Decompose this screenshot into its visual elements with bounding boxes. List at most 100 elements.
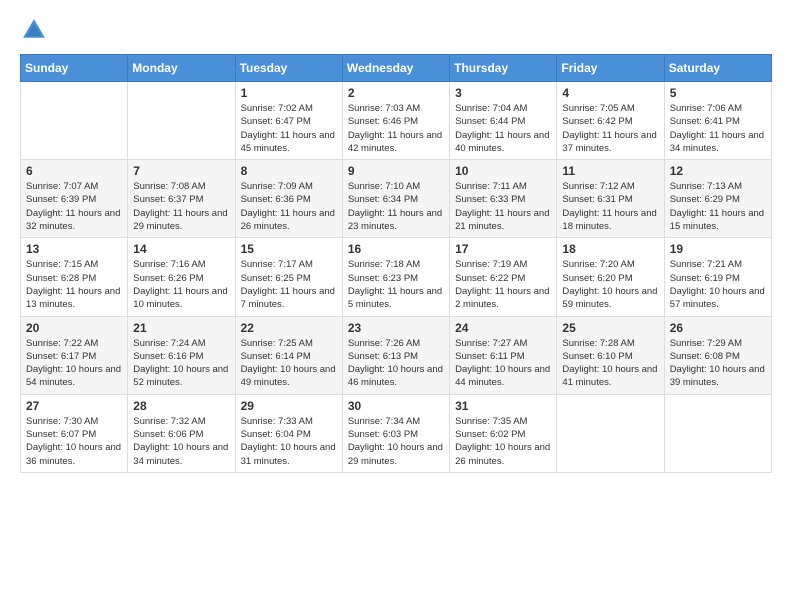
sunrise-text: Sunrise: 7:19 AM bbox=[455, 259, 527, 270]
daylight-text: Daylight: 10 hours and 46 minutes. bbox=[348, 364, 443, 388]
day-number: 28 bbox=[133, 399, 229, 413]
calendar-cell: 3 Sunrise: 7:04 AM Sunset: 6:44 PM Dayli… bbox=[450, 82, 557, 160]
daylight-text: Daylight: 11 hours and 23 minutes. bbox=[348, 208, 442, 232]
day-info: Sunrise: 7:04 AM Sunset: 6:44 PM Dayligh… bbox=[455, 102, 551, 155]
calendar-cell: 14 Sunrise: 7:16 AM Sunset: 6:26 PM Dayl… bbox=[128, 238, 235, 316]
sunset-text: Sunset: 6:08 PM bbox=[670, 351, 740, 362]
calendar-cell: 5 Sunrise: 7:06 AM Sunset: 6:41 PM Dayli… bbox=[664, 82, 771, 160]
day-number: 10 bbox=[455, 164, 551, 178]
sunset-text: Sunset: 6:22 PM bbox=[455, 273, 525, 284]
sunset-text: Sunset: 6:44 PM bbox=[455, 116, 525, 127]
day-number: 1 bbox=[241, 86, 337, 100]
page-container: SundayMondayTuesdayWednesdayThursdayFrid… bbox=[20, 16, 772, 473]
calendar-cell: 31 Sunrise: 7:35 AM Sunset: 6:02 PM Dayl… bbox=[450, 394, 557, 472]
sunrise-text: Sunrise: 7:34 AM bbox=[348, 416, 420, 427]
day-info: Sunrise: 7:32 AM Sunset: 6:06 PM Dayligh… bbox=[133, 415, 229, 468]
day-info: Sunrise: 7:20 AM Sunset: 6:20 PM Dayligh… bbox=[562, 258, 658, 311]
weekday-header-saturday: Saturday bbox=[664, 55, 771, 82]
day-info: Sunrise: 7:08 AM Sunset: 6:37 PM Dayligh… bbox=[133, 180, 229, 233]
daylight-text: Daylight: 11 hours and 45 minutes. bbox=[241, 130, 335, 154]
daylight-text: Daylight: 10 hours and 39 minutes. bbox=[670, 364, 765, 388]
sunset-text: Sunset: 6:06 PM bbox=[133, 429, 203, 440]
day-info: Sunrise: 7:15 AM Sunset: 6:28 PM Dayligh… bbox=[26, 258, 122, 311]
sunrise-text: Sunrise: 7:04 AM bbox=[455, 103, 527, 114]
sunrise-text: Sunrise: 7:02 AM bbox=[241, 103, 313, 114]
calendar-cell: 29 Sunrise: 7:33 AM Sunset: 6:04 PM Dayl… bbox=[235, 394, 342, 472]
weekday-header-monday: Monday bbox=[128, 55, 235, 82]
sunset-text: Sunset: 6:02 PM bbox=[455, 429, 525, 440]
daylight-text: Daylight: 10 hours and 57 minutes. bbox=[670, 286, 765, 310]
sunset-text: Sunset: 6:26 PM bbox=[133, 273, 203, 284]
day-number: 9 bbox=[348, 164, 444, 178]
sunset-text: Sunset: 6:17 PM bbox=[26, 351, 96, 362]
calendar-cell: 25 Sunrise: 7:28 AM Sunset: 6:10 PM Dayl… bbox=[557, 316, 664, 394]
day-info: Sunrise: 7:33 AM Sunset: 6:04 PM Dayligh… bbox=[241, 415, 337, 468]
day-info: Sunrise: 7:22 AM Sunset: 6:17 PM Dayligh… bbox=[26, 337, 122, 390]
day-number: 21 bbox=[133, 321, 229, 335]
day-info: Sunrise: 7:17 AM Sunset: 6:25 PM Dayligh… bbox=[241, 258, 337, 311]
sunrise-text: Sunrise: 7:25 AM bbox=[241, 338, 313, 349]
calendar-cell: 16 Sunrise: 7:18 AM Sunset: 6:23 PM Dayl… bbox=[342, 238, 449, 316]
sunrise-text: Sunrise: 7:05 AM bbox=[562, 103, 634, 114]
sunrise-text: Sunrise: 7:12 AM bbox=[562, 181, 634, 192]
header-area bbox=[20, 16, 772, 44]
calendar-cell: 19 Sunrise: 7:21 AM Sunset: 6:19 PM Dayl… bbox=[664, 238, 771, 316]
calendar-cell: 8 Sunrise: 7:09 AM Sunset: 6:36 PM Dayli… bbox=[235, 160, 342, 238]
day-number: 17 bbox=[455, 242, 551, 256]
sunset-text: Sunset: 6:39 PM bbox=[26, 194, 96, 205]
daylight-text: Daylight: 10 hours and 54 minutes. bbox=[26, 364, 121, 388]
logo-icon bbox=[20, 16, 48, 44]
day-number: 7 bbox=[133, 164, 229, 178]
day-number: 23 bbox=[348, 321, 444, 335]
calendar-cell: 6 Sunrise: 7:07 AM Sunset: 6:39 PM Dayli… bbox=[21, 160, 128, 238]
weekday-header-tuesday: Tuesday bbox=[235, 55, 342, 82]
calendar-cell: 2 Sunrise: 7:03 AM Sunset: 6:46 PM Dayli… bbox=[342, 82, 449, 160]
calendar-week-3: 20 Sunrise: 7:22 AM Sunset: 6:17 PM Dayl… bbox=[21, 316, 772, 394]
calendar-cell: 12 Sunrise: 7:13 AM Sunset: 6:29 PM Dayl… bbox=[664, 160, 771, 238]
calendar-cell: 4 Sunrise: 7:05 AM Sunset: 6:42 PM Dayli… bbox=[557, 82, 664, 160]
sunrise-text: Sunrise: 7:27 AM bbox=[455, 338, 527, 349]
weekday-header-wednesday: Wednesday bbox=[342, 55, 449, 82]
daylight-text: Daylight: 11 hours and 10 minutes. bbox=[133, 286, 227, 310]
sunset-text: Sunset: 6:14 PM bbox=[241, 351, 311, 362]
sunset-text: Sunset: 6:28 PM bbox=[26, 273, 96, 284]
day-info: Sunrise: 7:21 AM Sunset: 6:19 PM Dayligh… bbox=[670, 258, 766, 311]
day-info: Sunrise: 7:26 AM Sunset: 6:13 PM Dayligh… bbox=[348, 337, 444, 390]
sunset-text: Sunset: 6:10 PM bbox=[562, 351, 632, 362]
daylight-text: Daylight: 10 hours and 52 minutes. bbox=[133, 364, 228, 388]
sunrise-text: Sunrise: 7:32 AM bbox=[133, 416, 205, 427]
calendar-cell: 30 Sunrise: 7:34 AM Sunset: 6:03 PM Dayl… bbox=[342, 394, 449, 472]
daylight-text: Daylight: 11 hours and 15 minutes. bbox=[670, 208, 764, 232]
sunset-text: Sunset: 6:41 PM bbox=[670, 116, 740, 127]
calendar-cell: 23 Sunrise: 7:26 AM Sunset: 6:13 PM Dayl… bbox=[342, 316, 449, 394]
daylight-text: Daylight: 11 hours and 42 minutes. bbox=[348, 130, 442, 154]
daylight-text: Daylight: 10 hours and 44 minutes. bbox=[455, 364, 550, 388]
day-info: Sunrise: 7:10 AM Sunset: 6:34 PM Dayligh… bbox=[348, 180, 444, 233]
day-number: 3 bbox=[455, 86, 551, 100]
daylight-text: Daylight: 11 hours and 32 minutes. bbox=[26, 208, 120, 232]
daylight-text: Daylight: 10 hours and 41 minutes. bbox=[562, 364, 657, 388]
logo bbox=[20, 16, 52, 44]
day-info: Sunrise: 7:03 AM Sunset: 6:46 PM Dayligh… bbox=[348, 102, 444, 155]
sunset-text: Sunset: 6:20 PM bbox=[562, 273, 632, 284]
calendar-cell: 13 Sunrise: 7:15 AM Sunset: 6:28 PM Dayl… bbox=[21, 238, 128, 316]
sunset-text: Sunset: 6:19 PM bbox=[670, 273, 740, 284]
sunset-text: Sunset: 6:34 PM bbox=[348, 194, 418, 205]
sunset-text: Sunset: 6:37 PM bbox=[133, 194, 203, 205]
day-info: Sunrise: 7:16 AM Sunset: 6:26 PM Dayligh… bbox=[133, 258, 229, 311]
day-number: 19 bbox=[670, 242, 766, 256]
calendar-week-4: 27 Sunrise: 7:30 AM Sunset: 6:07 PM Dayl… bbox=[21, 394, 772, 472]
sunrise-text: Sunrise: 7:26 AM bbox=[348, 338, 420, 349]
calendar-cell: 18 Sunrise: 7:20 AM Sunset: 6:20 PM Dayl… bbox=[557, 238, 664, 316]
daylight-text: Daylight: 10 hours and 29 minutes. bbox=[348, 442, 443, 466]
sunrise-text: Sunrise: 7:09 AM bbox=[241, 181, 313, 192]
calendar-cell: 15 Sunrise: 7:17 AM Sunset: 6:25 PM Dayl… bbox=[235, 238, 342, 316]
calendar-week-1: 6 Sunrise: 7:07 AM Sunset: 6:39 PM Dayli… bbox=[21, 160, 772, 238]
day-info: Sunrise: 7:34 AM Sunset: 6:03 PM Dayligh… bbox=[348, 415, 444, 468]
daylight-text: Daylight: 11 hours and 5 minutes. bbox=[348, 286, 442, 310]
day-number: 2 bbox=[348, 86, 444, 100]
sunrise-text: Sunrise: 7:10 AM bbox=[348, 181, 420, 192]
day-number: 13 bbox=[26, 242, 122, 256]
daylight-text: Daylight: 11 hours and 40 minutes. bbox=[455, 130, 549, 154]
calendar-cell: 10 Sunrise: 7:11 AM Sunset: 6:33 PM Dayl… bbox=[450, 160, 557, 238]
